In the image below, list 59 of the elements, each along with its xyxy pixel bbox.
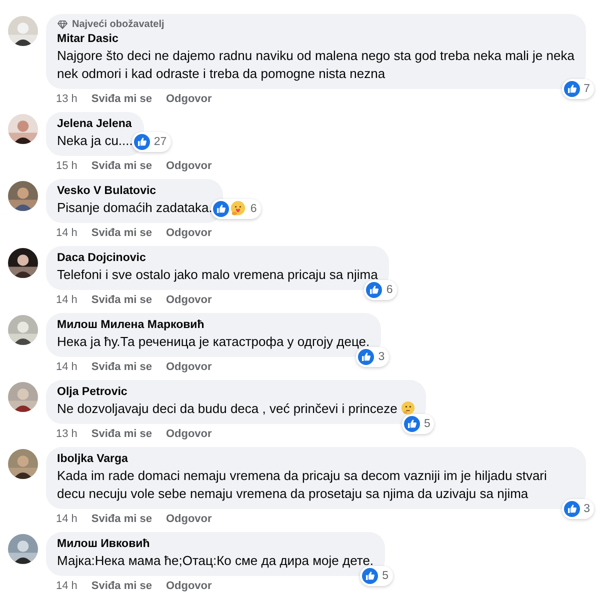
- reaction-badge[interactable]: 6: [211, 199, 261, 219]
- like-link[interactable]: Sviđa mi se: [91, 579, 152, 593]
- reaction-count: 5: [424, 418, 430, 430]
- reaction-badge[interactable]: 6: [364, 280, 397, 300]
- reply-link[interactable]: Odgovor: [166, 579, 212, 593]
- comment-time[interactable]: 15 h: [56, 159, 78, 173]
- like-link[interactable]: Sviđa mi se: [91, 427, 152, 441]
- author-name[interactable]: Милош Милена Марковић: [57, 318, 370, 333]
- reply-link[interactable]: Odgovor: [166, 92, 212, 106]
- thinking-emoji-icon: [401, 401, 416, 415]
- like-link[interactable]: Sviđa mi se: [91, 360, 152, 374]
- comment-text: Мајка:Нека мама ће;Отац:Ко сме да дира моје дете.: [57, 553, 374, 568]
- diamond-icon: [57, 20, 68, 29]
- comment-time[interactable]: 14 h: [56, 293, 78, 307]
- author-name[interactable]: Iboljka Varga: [57, 452, 575, 467]
- comment-time[interactable]: 14 h: [56, 512, 78, 526]
- like-link[interactable]: Sviđa mi se: [91, 159, 152, 173]
- comment-time[interactable]: 14 h: [56, 360, 78, 374]
- comment-text: Нека ја ћу.Та реченица је катастрофа у одгоју деце.: [57, 334, 370, 349]
- reaction-badge[interactable]: 27: [132, 132, 171, 152]
- comment-time[interactable]: 13 h: [56, 92, 78, 106]
- author-name[interactable]: Olja Petrovic: [57, 385, 416, 400]
- reaction-count: 27: [154, 136, 167, 148]
- reply-link[interactable]: Odgovor: [166, 159, 212, 173]
- reaction-badge[interactable]: 5: [360, 566, 393, 586]
- reaction-count: 7: [584, 83, 590, 95]
- like-link[interactable]: Sviđa mi se: [91, 293, 152, 307]
- reply-link[interactable]: Odgovor: [166, 360, 212, 374]
- reply-link[interactable]: Odgovor: [166, 427, 212, 441]
- reply-link[interactable]: Odgovor: [166, 226, 212, 240]
- like-link[interactable]: Sviđa mi se: [91, 512, 152, 526]
- reaction-count: 6: [250, 203, 257, 215]
- reaction-count: 6: [386, 284, 393, 296]
- reaction-count: 3: [378, 351, 385, 363]
- author-name[interactable]: Vesko V Bulatovic: [57, 184, 212, 199]
- comment-time[interactable]: 14 h: [56, 226, 78, 240]
- comment-text: Neka ja cu....: [57, 133, 133, 148]
- fan-badge-label: Najveći obožavatelj: [72, 19, 164, 30]
- like-link[interactable]: Sviđa mi se: [91, 226, 152, 240]
- author-name[interactable]: Милош Ивковић: [57, 537, 374, 552]
- comment-text: Telefoni i sve ostalo jako malo vremena pricaju sa njima: [57, 267, 378, 282]
- reply-link[interactable]: Odgovor: [166, 293, 212, 307]
- comment-text: Najgore što deci ne dajemo radnu naviku od malena nego sta god treba neka mali je neka nek odmori i kad odraste i treba da pomogne nista nezna: [57, 48, 574, 81]
- comment-time[interactable]: 14 h: [56, 579, 78, 593]
- comment-text: Pisanje domaćih zadataka.: [57, 200, 212, 215]
- reaction-badge[interactable]: 3: [356, 347, 389, 367]
- reaction-badge[interactable]: 3: [562, 499, 594, 519]
- comment-text: Kada im rade domaci nemaju vremena da pricaju sa decom vazniji im je hiljadu stvari decu necuju vole sebe nemaju vremena da prosetaju sa njima da uzivaju sa njima: [57, 468, 547, 501]
- reaction-count: 3: [584, 503, 590, 515]
- reply-link[interactable]: Odgovor: [166, 512, 212, 526]
- author-name[interactable]: Mitar Dasic: [57, 32, 575, 47]
- comment-text: Ne dozvoljavaju deci da budu deca , već prinčevi i princeze: [57, 401, 398, 416]
- author-name[interactable]: Jelena Jelena: [57, 117, 133, 132]
- reaction-badge[interactable]: 5: [402, 414, 434, 434]
- reaction-count: 5: [382, 570, 389, 582]
- reaction-badge[interactable]: 7: [562, 79, 594, 99]
- comment-time[interactable]: 13 h: [56, 427, 78, 441]
- like-link[interactable]: Sviđa mi se: [91, 92, 152, 106]
- author-name[interactable]: Daca Dojcinovic: [57, 251, 378, 266]
